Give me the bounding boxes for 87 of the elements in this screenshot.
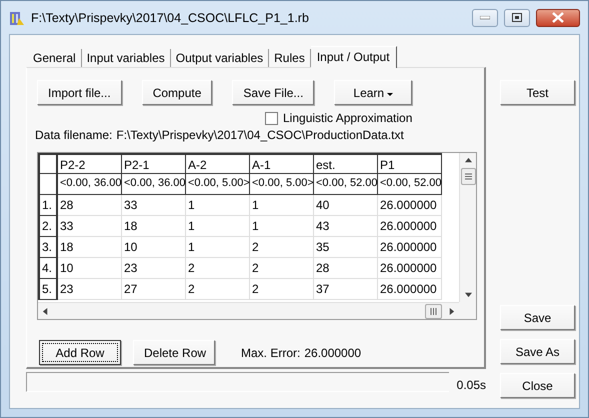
toolbar-button[interactable]: Compute: [142, 80, 212, 105]
close-button[interactable]: [536, 8, 580, 26]
header-corner-cell: [38, 153, 58, 174]
column-header: P2-1: [122, 153, 186, 174]
maximize-button[interactable]: [504, 8, 530, 26]
table-cell: 28: [58, 195, 122, 216]
range-cell: <0.00, 5.00>: [186, 174, 250, 195]
grip-icon: [464, 173, 472, 180]
scroll-left-icon[interactable]: [42, 308, 49, 314]
grip-icon: [430, 308, 437, 314]
header-corner-cell: [38, 174, 58, 195]
minimize-button[interactable]: [472, 8, 498, 26]
table-cell: 2: [186, 258, 250, 279]
table-cell: 26.000000: [378, 216, 442, 237]
checkbox-label: Linguistic Approximation: [283, 111, 412, 125]
range-cell: <0.00, 36.00: [58, 174, 122, 195]
range-cell: <0.00, 52.00: [378, 174, 442, 195]
table-cell: 10: [122, 237, 186, 258]
row-number: 3.: [38, 237, 58, 258]
row-number: 5.: [38, 279, 58, 300]
side-button[interactable]: Test: [500, 80, 575, 105]
vertical-scrollbar[interactable]: [459, 153, 476, 302]
table-cell: 33: [122, 195, 186, 216]
maximize-icon: [512, 13, 522, 22]
side-button[interactable]: Save: [500, 305, 575, 330]
table-cell: 28: [314, 258, 378, 279]
table-cell: 43: [314, 216, 378, 237]
caret-icon: [387, 92, 394, 96]
close-icon: [552, 12, 564, 23]
checkbox[interactable]: [265, 112, 278, 124]
side-button[interactable]: Close: [500, 373, 575, 398]
column-header: P1: [378, 153, 442, 174]
row-number: 2.: [38, 216, 58, 237]
table-cell: 37: [314, 279, 378, 300]
max-error-label: Max. Error:: [241, 346, 300, 360]
table-cell: 33: [58, 216, 122, 237]
column-header: A-1: [250, 153, 314, 174]
table-cell: 1: [186, 216, 250, 237]
table-cell: 35: [314, 237, 378, 258]
table-cell: 26.000000: [378, 237, 442, 258]
window-title: F:\Texty\Prispevky\2017\04_CSOC\LFLC_P1_1.rb: [31, 10, 310, 24]
table-cell: 2: [250, 237, 314, 258]
range-cell: <0.00, 5.00>: [250, 174, 314, 195]
table-cell: 18: [122, 216, 186, 237]
table-cell: 40: [314, 195, 378, 216]
table-cell: 26.000000: [378, 258, 442, 279]
column-header: est.: [314, 153, 378, 174]
table-cell: 1: [186, 237, 250, 258]
table-cell: 10: [58, 258, 122, 279]
row-number: 1.: [38, 195, 58, 216]
data-filename-value: F:\Texty\Prispevky\2017\04_CSOC\ProductionData.txt: [116, 128, 404, 142]
column-header: P2-2: [58, 153, 122, 174]
table-cell: 18: [58, 237, 122, 258]
minimize-icon: [480, 16, 490, 20]
side-button[interactable]: Save As: [500, 339, 575, 364]
table-cell: 26.000000: [378, 195, 442, 216]
horizontal-scrollbar[interactable]: [38, 302, 459, 319]
column-header: A-2: [186, 153, 250, 174]
range-cell: <0.00, 36.00: [122, 174, 186, 195]
data-filename-label: Data filename:: [35, 128, 112, 142]
table-cell: 2: [186, 279, 250, 300]
table-cell: 23: [122, 258, 186, 279]
table-cell: 26.000000: [378, 279, 442, 300]
table-cell: 1: [250, 195, 314, 216]
table-cell: 1: [250, 216, 314, 237]
max-error-value: 26.000000: [304, 346, 362, 360]
table-cell: 2: [250, 258, 314, 279]
tab[interactable]: Output variables: [170, 49, 270, 67]
row-number: 4.: [38, 258, 58, 279]
toolbar-button[interactable]: Save File...: [232, 80, 314, 105]
table-cell: 2: [250, 279, 314, 300]
table-cell: 1: [186, 195, 250, 216]
toolbar-button[interactable]: Import file...: [37, 80, 122, 105]
tab[interactable]: General: [28, 49, 82, 67]
learn-menu-button[interactable]: Learn: [334, 80, 412, 105]
range-cell: <0.00, 52.00: [314, 174, 378, 195]
table-cell: 23: [58, 279, 122, 300]
tab[interactable]: Input / Output: [310, 46, 397, 68]
tab[interactable]: Input variables: [82, 49, 171, 67]
scroll-up-icon[interactable]: [464, 157, 472, 164]
scroll-right-icon[interactable]: [448, 308, 455, 314]
table-cell: 27: [122, 279, 186, 300]
app-icon: [9, 10, 25, 26]
elapsed-time: 0.05s: [456, 378, 486, 392]
scroll-down-icon[interactable]: [464, 291, 472, 298]
row-button[interactable]: Add Row: [39, 340, 121, 365]
row-button[interactable]: Delete Row: [133, 340, 215, 365]
